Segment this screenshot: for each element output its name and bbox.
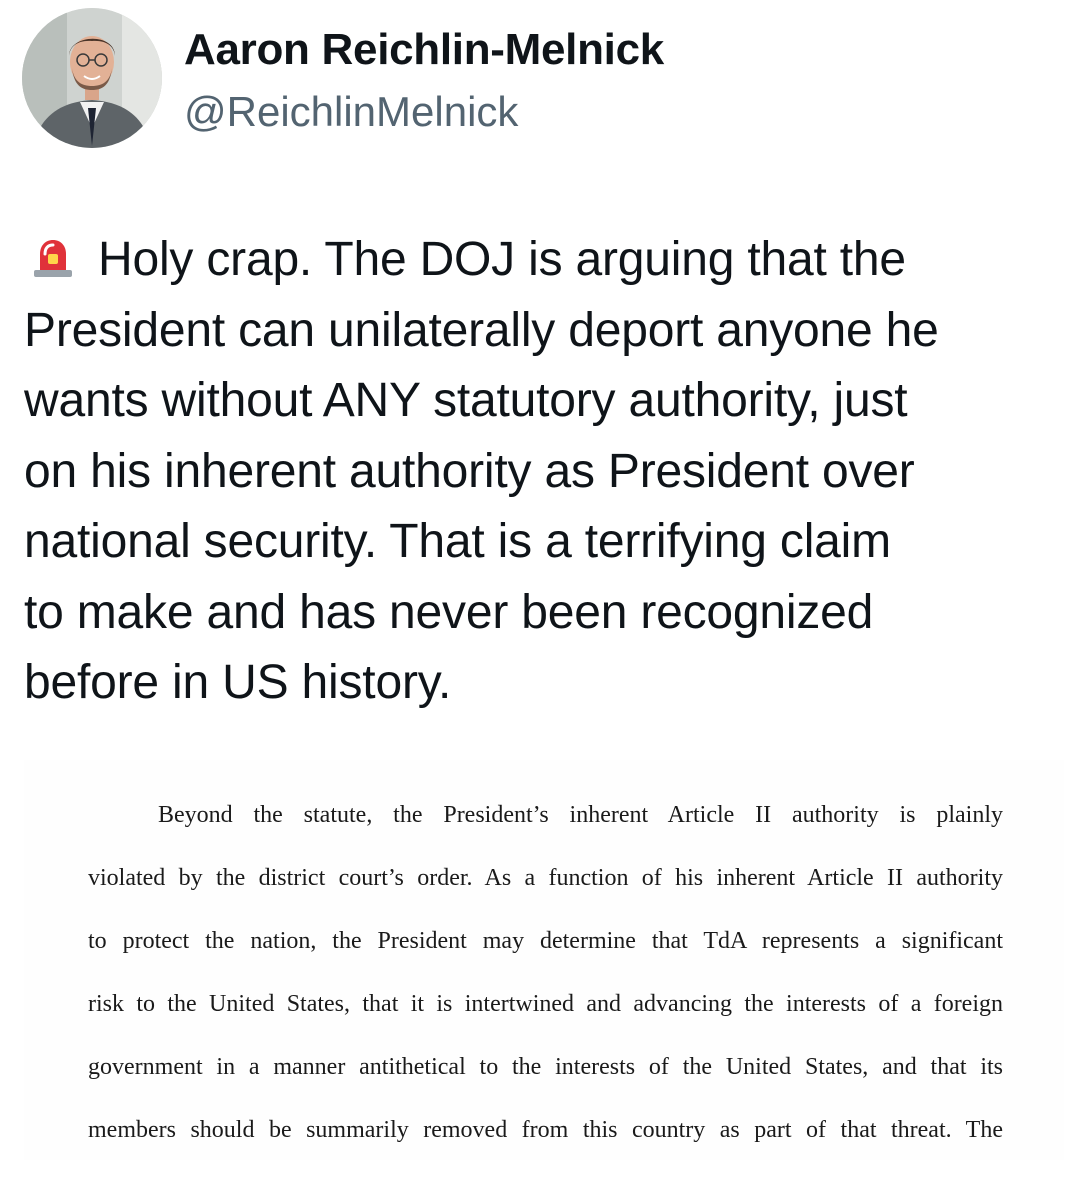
tweet-body: Holy crap. The DOJ is arguing that the P… xyxy=(24,233,939,709)
profile-photo-icon xyxy=(22,8,162,148)
document-excerpt-text: Beyond the statute, the President’s inhe… xyxy=(88,784,1003,1162)
document-line: government in a manner antithetical to t… xyxy=(88,1054,1003,1080)
author-name[interactable]: Aaron Reichlin-Melnick xyxy=(184,24,664,76)
document-line: members should be summarily removed from… xyxy=(88,1117,1003,1143)
avatar[interactable] xyxy=(22,8,162,148)
author-handle[interactable]: @ReichlinMelnick xyxy=(184,86,518,138)
document-line: risk to the United States, that it is in… xyxy=(88,991,1003,1017)
document-line: violated by the district court’s order. … xyxy=(88,865,1003,891)
document-line: Beyond the statute, the President’s inhe… xyxy=(158,802,1003,828)
document-excerpt-image[interactable]: Beyond the statute, the President’s inhe… xyxy=(24,760,1064,1160)
tweet-text: Holy crap. The DOJ is arguing that the P… xyxy=(24,225,1054,719)
post-header: Aaron Reichlin-Melnick @ReichlinMelnick xyxy=(22,8,1052,148)
police-car-light-icon xyxy=(32,228,74,277)
document-line: to protect the nation, the President may… xyxy=(88,928,1003,954)
